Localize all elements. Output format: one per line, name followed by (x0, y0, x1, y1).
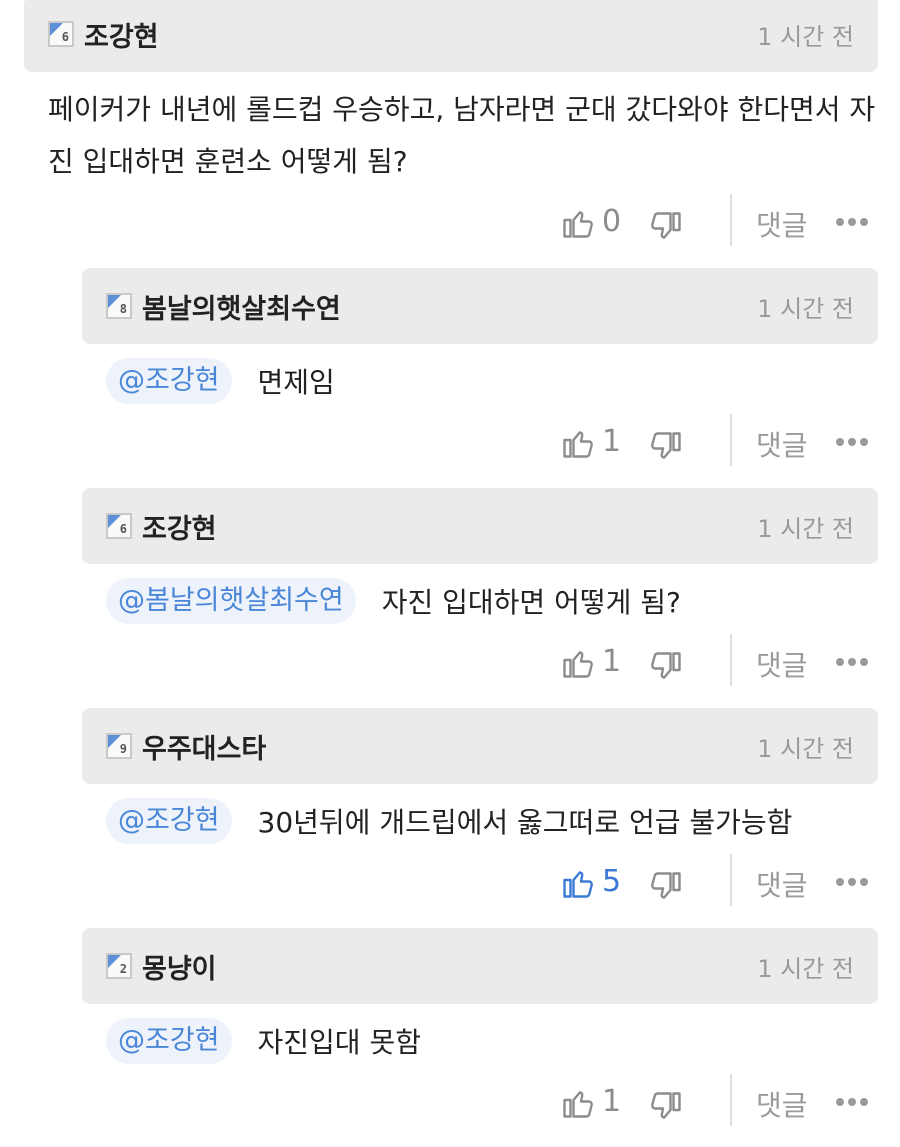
reply-button[interactable]: 댓글 (756, 204, 808, 244)
reply-body: @봄날의햇살최수연 자진 입대하면 어떻게 됨? (106, 578, 681, 624)
comment-actions: 5 댓글 (560, 854, 900, 910)
divider (730, 854, 732, 906)
thumbs-up-icon[interactable] (560, 204, 596, 242)
divider (730, 414, 732, 466)
thumbs-down-icon[interactable] (648, 428, 684, 466)
comment-actions: 1 댓글 (560, 634, 900, 690)
timestamp: 1 시간 전 (757, 734, 854, 763)
thumbs-down-icon[interactable] (648, 1088, 684, 1126)
comment-header: 8 봄날의햇살최수연 1 시간 전 (82, 268, 878, 344)
thumbs-up-icon[interactable] (560, 644, 596, 682)
thumbs-up-icon[interactable] (560, 424, 596, 462)
comment-header: 6 조강현 1 시간 전 (82, 488, 878, 564)
mention-tag[interactable]: @봄날의햇살최수연 (106, 578, 356, 624)
like-count: 1 (602, 424, 622, 459)
like-count: 1 (602, 1084, 622, 1119)
comment-text: 자진입대 못함 (257, 1026, 421, 1059)
nickname[interactable]: 조강현 (142, 507, 217, 546)
mention-tag[interactable]: @조강현 (106, 798, 232, 844)
comment-text: 페이커가 내년에 롤드컵 우승하고, 남자라면 군대 갔다와야 한다면서 자진 … (48, 93, 876, 178)
timestamp: 1 시간 전 (757, 514, 854, 543)
mention-tag[interactable]: @조강현 (106, 358, 232, 404)
reply-body: @조강현 면제임 (106, 358, 335, 404)
divider (730, 194, 732, 246)
comment-text: 자진 입대하면 어떻게 됨? (381, 586, 681, 619)
level-badge-icon: 8 (106, 293, 132, 319)
comment-header: 6 조강현 1 시간 전 (24, 0, 878, 72)
reply-body: @조강현 자진입대 못함 (106, 1018, 421, 1064)
thumbs-up-icon[interactable] (560, 864, 596, 902)
comment-text: 30년뒤에 개드립에서 옳그떠로 언급 불가능함 (257, 806, 793, 839)
reply-button[interactable]: 댓글 (756, 1084, 808, 1124)
level-badge-icon: 2 (106, 953, 132, 979)
divider (730, 634, 732, 686)
more-dots-icon[interactable] (836, 438, 868, 446)
thumbs-down-icon[interactable] (648, 648, 684, 686)
comment-text: 면제임 (257, 366, 335, 399)
nickname[interactable]: 조강현 (84, 15, 159, 54)
level-badge-icon: 9 (106, 733, 132, 759)
like-count: 0 (602, 204, 622, 239)
comment-header: 9 우주대스타 1 시간 전 (82, 708, 878, 784)
comment-actions: 1 댓글 (560, 414, 900, 470)
level-badge-icon: 6 (48, 21, 74, 47)
reply-body: @조강현 30년뒤에 개드립에서 옳그떠로 언급 불가능함 (106, 798, 792, 844)
reply-button[interactable]: 댓글 (756, 644, 808, 684)
mention-tag[interactable]: @조강현 (106, 1018, 232, 1064)
like-count: 5 (602, 864, 622, 899)
more-dots-icon[interactable] (836, 658, 868, 666)
like-count: 1 (602, 644, 622, 679)
reply-button[interactable]: 댓글 (756, 864, 808, 904)
timestamp: 1 시간 전 (757, 954, 854, 983)
reply-button[interactable]: 댓글 (756, 424, 808, 464)
nickname[interactable]: 우주대스타 (142, 727, 266, 766)
divider (730, 1074, 732, 1126)
thumbs-down-icon[interactable] (648, 208, 684, 246)
more-dots-icon[interactable] (836, 878, 868, 886)
nickname[interactable]: 몽냥이 (142, 947, 217, 986)
comment-header: 2 몽냥이 1 시간 전 (82, 928, 878, 1004)
timestamp: 1 시간 전 (757, 22, 854, 51)
thumbs-down-icon[interactable] (648, 868, 684, 906)
level-badge-icon: 6 (106, 513, 132, 539)
comment-actions: 1 댓글 (560, 1074, 900, 1130)
thumbs-up-icon[interactable] (560, 1084, 596, 1122)
comment-actions: 0 댓글 (560, 194, 900, 250)
nickname[interactable]: 봄날의햇살최수연 (142, 287, 341, 326)
more-dots-icon[interactable] (836, 1098, 868, 1106)
timestamp: 1 시간 전 (757, 294, 854, 323)
more-dots-icon[interactable] (836, 218, 868, 226)
